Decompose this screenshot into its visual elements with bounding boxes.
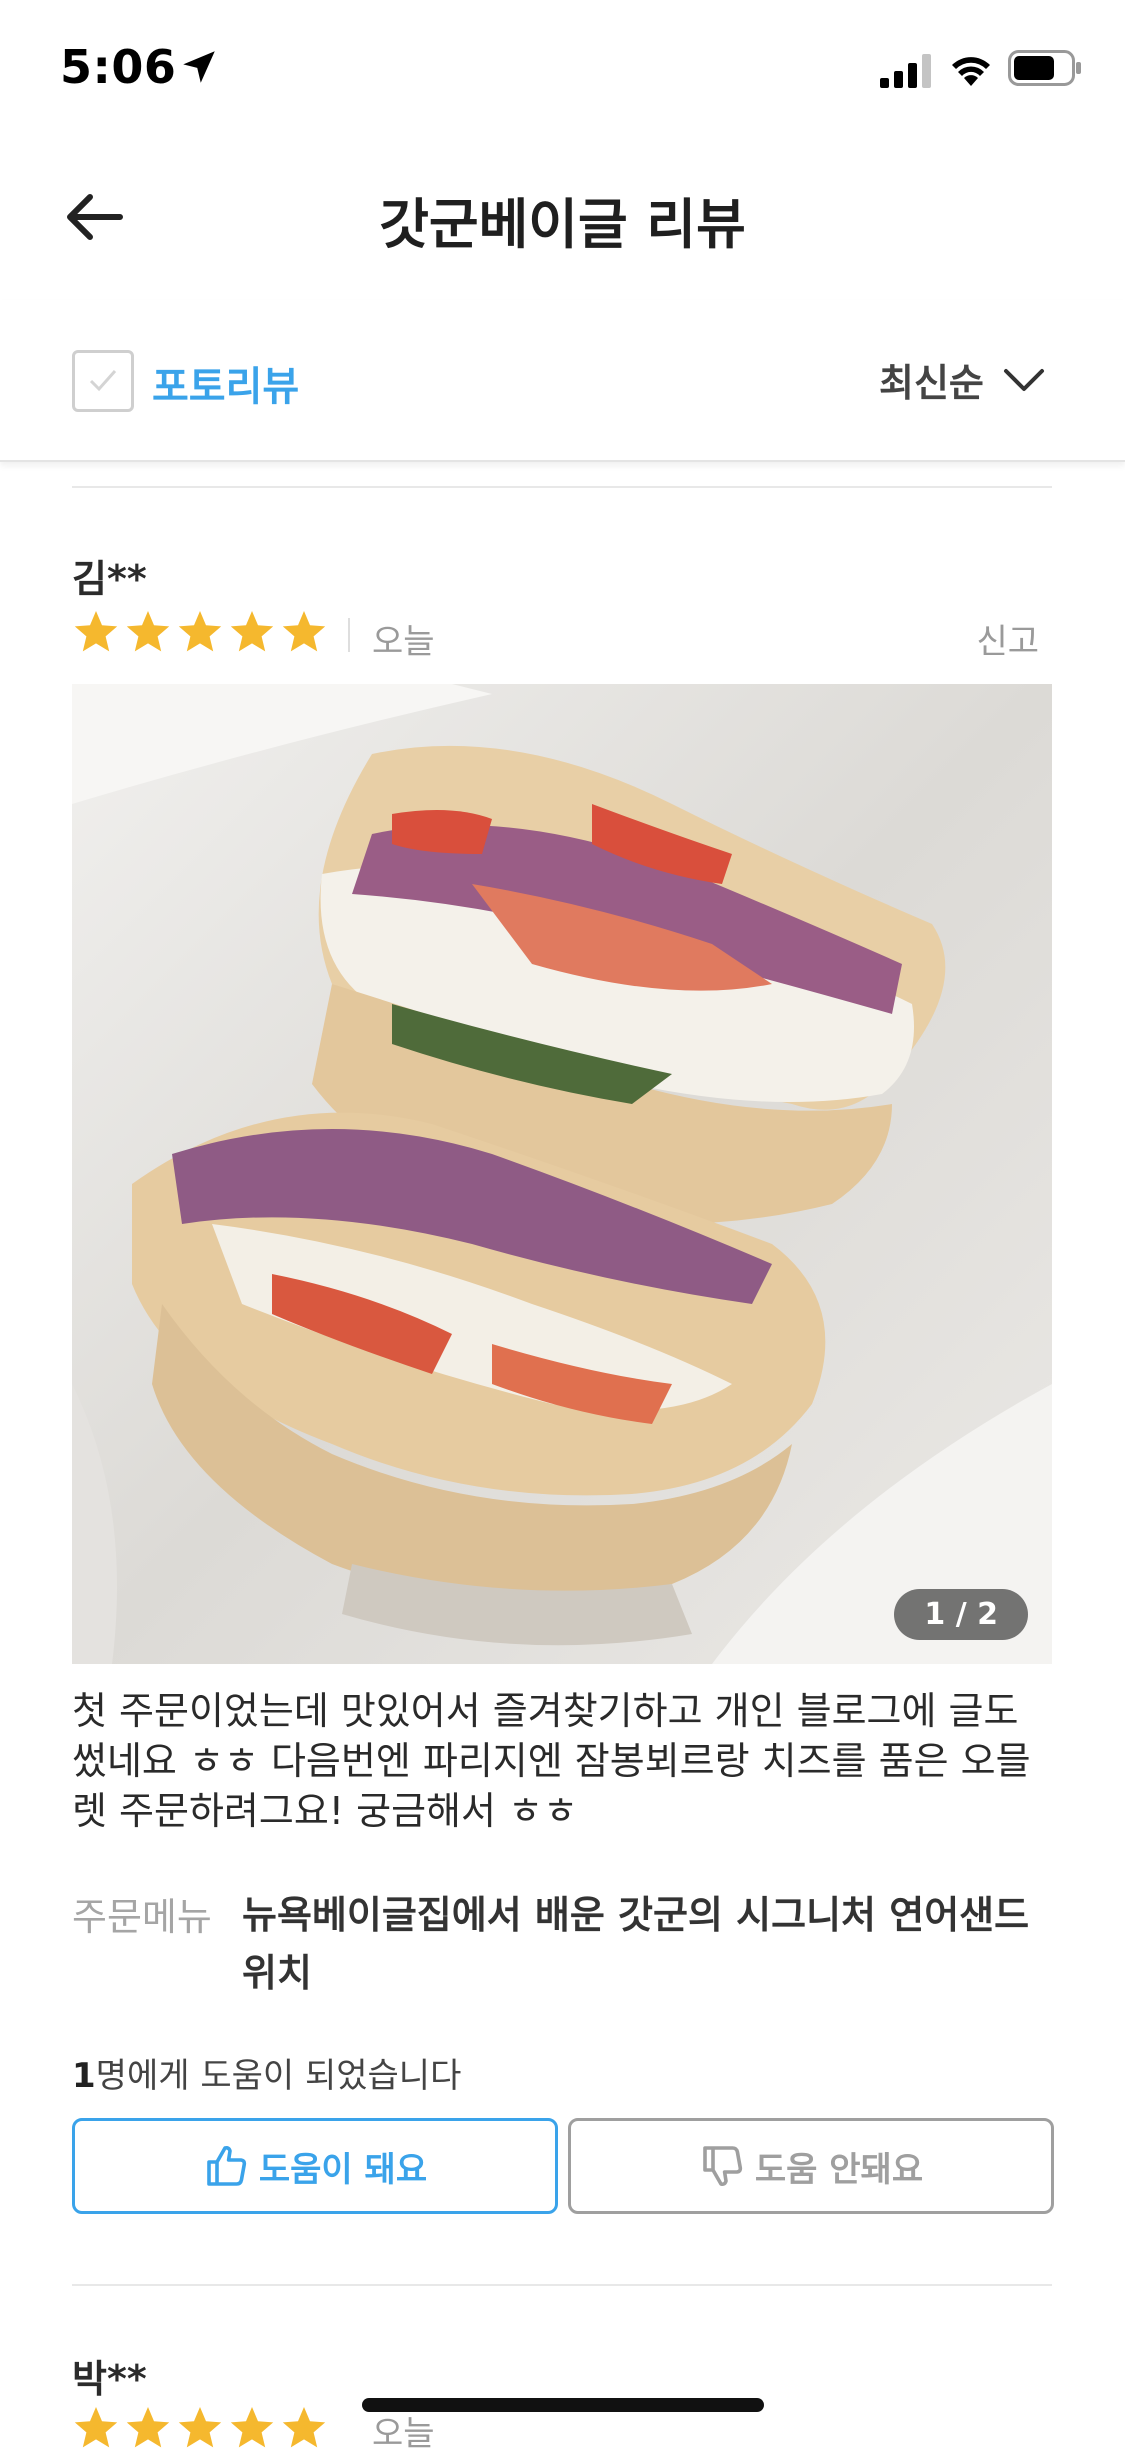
star-icon xyxy=(282,2407,326,2448)
sort-label: 최신순 xyxy=(879,361,984,405)
status-time: 5:06 xyxy=(60,40,177,94)
star-rating xyxy=(72,2404,332,2454)
review-text: 첫 주문이었는데 맛있어서 즐겨찾기하고 개인 블로그에 글도 썼네요 ㅎㅎ 다… xyxy=(72,1689,1031,1833)
unhelpful-button-label: 도움 안돼요 xyxy=(754,2149,924,2190)
chevron-down-icon xyxy=(1004,368,1044,391)
star-rating xyxy=(72,608,332,658)
location-arrow-icon xyxy=(183,51,215,83)
helpful-count-suffix: 명에게 도움이 되었습니다 xyxy=(95,2056,462,2096)
helpful-button-label: 도움이 돼요 xyxy=(258,2149,428,2190)
order-menu-label: 주문메뉴 xyxy=(72,1895,212,1939)
filter-bar: 포토리뷰 최신순 xyxy=(0,300,1125,462)
star-icon xyxy=(178,2407,222,2448)
status-bar: 5:06 xyxy=(0,0,1125,140)
thumbs-up-icon xyxy=(207,2146,246,2186)
reviewer-name: 김** xyxy=(72,557,147,601)
thumbs-down-icon xyxy=(703,2146,742,2186)
helpful-count-number: 1 xyxy=(72,2056,96,2096)
photo-review-checkbox[interactable] xyxy=(72,350,134,412)
review-date: 오늘 xyxy=(372,2414,435,2454)
star-icon xyxy=(74,2407,118,2448)
cellular-signal-icon xyxy=(880,54,931,88)
report-button[interactable]: 신고 xyxy=(976,614,1039,663)
review-photo[interactable]: 1 / 2 xyxy=(72,684,1052,1664)
order-menu-value: 뉴욕베이글집에서 배운 갓군의 시그니처 연어샌드위치 xyxy=(242,1893,1030,1995)
divider xyxy=(72,2284,1052,2286)
divider xyxy=(72,486,1052,488)
helpful-button[interactable]: 도움이 돼요 xyxy=(72,2118,558,2214)
star-icon xyxy=(282,611,326,652)
page-title: 갓군베이글 리뷰 xyxy=(379,193,746,256)
rating-separator xyxy=(348,618,350,652)
home-indicator[interactable] xyxy=(362,2398,764,2412)
star-icon xyxy=(230,611,274,652)
wifi-icon xyxy=(952,57,990,86)
bagel-sandwich-photo xyxy=(72,684,1052,1664)
photo-review-label[interactable]: 포토리뷰 xyxy=(152,354,299,412)
sort-dropdown[interactable]: 최신순 xyxy=(879,352,1045,405)
photo-counter: 1 / 2 xyxy=(894,1589,1028,1640)
star-icon xyxy=(74,611,118,652)
star-icon xyxy=(126,611,170,652)
star-icon xyxy=(126,2407,170,2448)
star-icon xyxy=(178,611,222,652)
header: 갓군베이글 리뷰 xyxy=(0,140,1125,290)
checkmark-icon xyxy=(89,370,117,392)
review-date: 오늘 xyxy=(372,622,435,662)
star-icon xyxy=(230,2407,274,2448)
battery-icon xyxy=(1008,50,1081,86)
reviewer-name: 박** xyxy=(72,2357,147,2401)
helpful-count-text: 1명에게 도움이 되었습니다 xyxy=(72,2048,461,2097)
unhelpful-button[interactable]: 도움 안돼요 xyxy=(568,2118,1054,2214)
